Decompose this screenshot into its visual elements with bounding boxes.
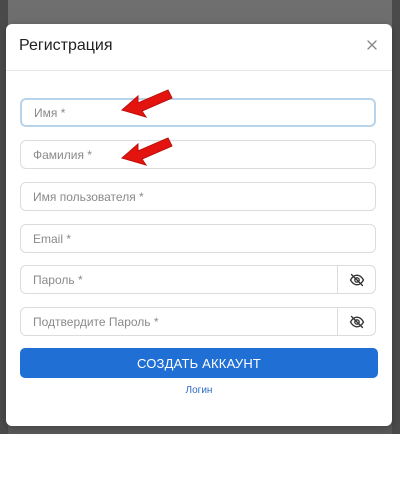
create-account-button[interactable]: СОЗДАТЬ АККАУНТ bbox=[20, 348, 378, 378]
close-icon[interactable] bbox=[364, 37, 380, 53]
login-link[interactable]: Логин bbox=[6, 385, 392, 396]
create-account-button-label: СОЗДАТЬ АККАУНТ bbox=[136, 355, 262, 371]
email-input[interactable] bbox=[33, 225, 333, 252]
modal-header: Регистрация bbox=[6, 24, 392, 71]
annotation-arrow-icon bbox=[120, 89, 173, 118]
confirm-password-input[interactable] bbox=[33, 308, 333, 335]
username-input[interactable] bbox=[33, 183, 333, 210]
password-input[interactable] bbox=[33, 266, 333, 293]
eye-off-icon bbox=[349, 315, 364, 328]
last-name-field[interactable] bbox=[20, 140, 376, 169]
username-field[interactable] bbox=[20, 182, 376, 211]
email-field[interactable] bbox=[20, 224, 376, 253]
eye-off-icon bbox=[349, 273, 364, 286]
registration-modal: Регистрация Имя * Фамилия * Имя пользова… bbox=[6, 24, 392, 426]
page-blank-area bbox=[0, 434, 400, 500]
confirm-password-field[interactable] bbox=[20, 307, 338, 336]
last-name-input[interactable] bbox=[33, 141, 333, 168]
annotation-arrow-icon bbox=[120, 137, 173, 166]
modal-title: Регистрация bbox=[19, 37, 113, 54]
password-visibility-toggle[interactable] bbox=[338, 265, 376, 294]
backdrop-edge-right bbox=[392, 0, 400, 434]
confirm-password-visibility-toggle[interactable] bbox=[338, 307, 376, 336]
first-name-field[interactable] bbox=[20, 98, 376, 127]
close-icon-glyph bbox=[367, 40, 377, 50]
first-name-input[interactable] bbox=[34, 100, 334, 125]
password-field[interactable] bbox=[20, 265, 338, 294]
